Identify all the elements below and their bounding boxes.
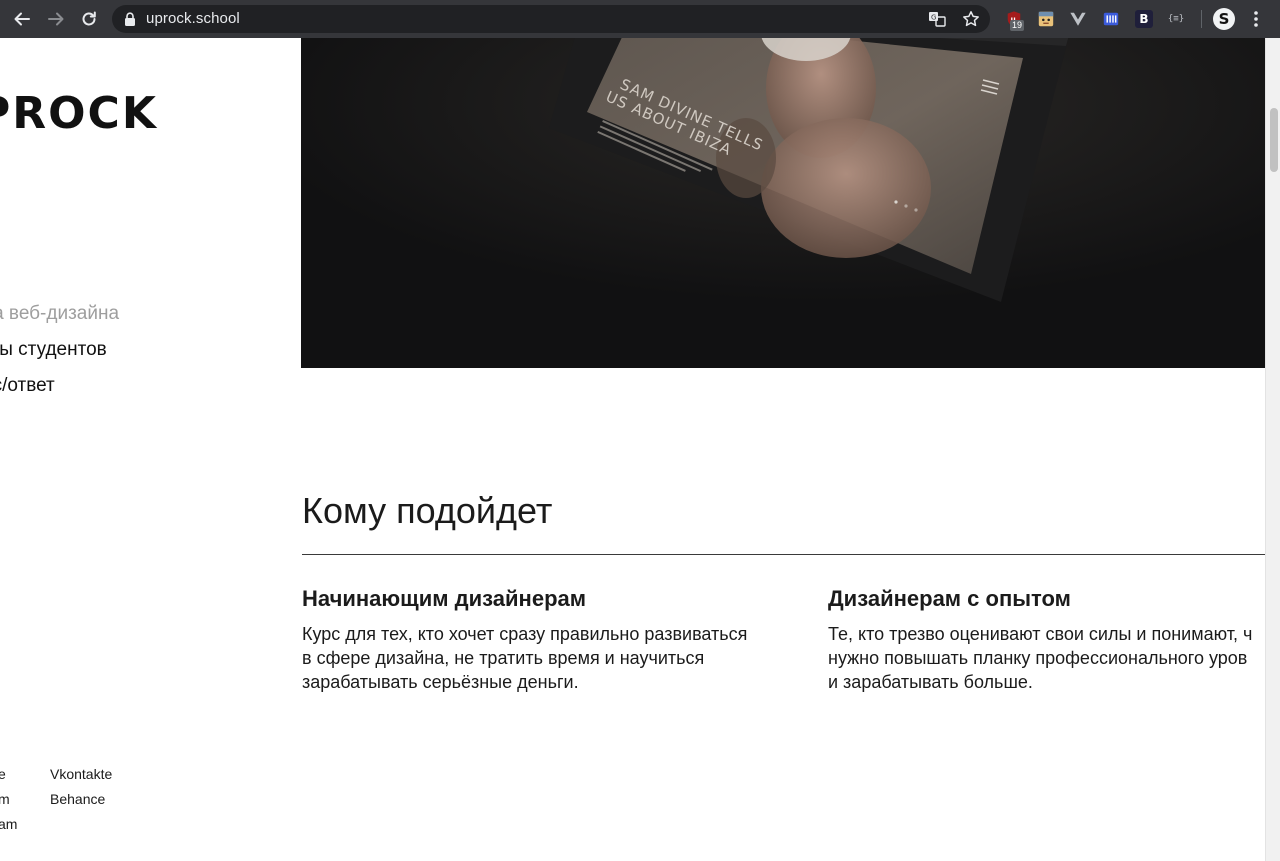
scrollbar-thumb[interactable] [1270,108,1278,172]
social-link[interactable]: e [0,762,17,787]
b-extension-button[interactable]: B [1134,9,1154,29]
card-title: Дизайнерам с опытом [828,586,1071,611]
json-extension-button[interactable]: {≡} [1166,9,1186,29]
page-viewport: PROCK ла веб-дизайна кты студентов ос/от… [0,38,1265,861]
arrow-left-icon [14,12,30,26]
site-logo[interactable]: PROCK [0,88,158,139]
tablet-mockup: SAM DIVINE TELLS US ABOUT IBIZA [301,38,1265,368]
extension-badge: 19 [1010,20,1025,31]
reload-button[interactable] [77,7,101,31]
section-title: Кому подойдет [302,490,553,531]
hero-image: SAM DIVINE TELLS US ABOUT IBIZA [301,38,1265,368]
social-links-col1: e m am [0,762,17,837]
vue-extension-button[interactable] [1068,9,1088,29]
columns-icon [1103,12,1119,26]
card-text-line: и зарабатывать больше. [828,672,1033,692]
grid-extension-button[interactable] [1101,9,1121,29]
browser-toolbar: uprock.school G u 19 B {≡} S [0,0,1280,38]
bootstrap-b-icon: B [1135,10,1153,28]
address-bar[interactable]: uprock.school G [112,5,990,33]
audience-card-beginners: Начинающим дизайнерам Курс для тех, кто … [302,586,747,694]
forward-button[interactable] [44,7,68,31]
social-links-col2: Vkontakte Behance [50,762,112,812]
social-link[interactable]: am [0,812,17,837]
vue-icon [1070,12,1086,26]
social-link[interactable]: m [0,787,17,812]
arrow-right-icon [48,12,64,26]
toolbar-divider [1201,10,1202,28]
cartoon-face-icon [1038,11,1054,27]
star-icon[interactable] [962,10,980,28]
card-text-line: Те, кто трезво оценивают свои силы и пон… [828,624,1253,644]
nav-item-faq[interactable]: ос/ответ [0,368,119,404]
reload-icon [82,11,96,26]
section-divider [302,554,1265,555]
nav-item-student-projects[interactable]: кты студентов [0,332,119,368]
nav-item-school[interactable]: ла веб-дизайна [0,296,119,332]
braces-icon: {≡} [1167,14,1185,24]
profile-initial: S [1218,10,1230,28]
card-text-line: в сфере дизайна, не тратить время и науч… [302,648,705,668]
kebab-menu-icon[interactable] [1248,9,1264,29]
url-text: uprock.school [146,10,240,27]
card-text-line: зарабатывать серьёзные деньги. [302,672,579,692]
translate-icon[interactable]: G [928,10,946,28]
back-button[interactable] [10,7,34,31]
audience-card-experienced: Дизайнерам с опытом Те, кто трезво оцени… [828,586,1252,694]
social-link-behance[interactable]: Behance [50,787,112,812]
page-scrollbar[interactable] [1265,38,1280,861]
lock-icon [125,12,135,26]
card-title: Начинающим дизайнерам [302,586,587,611]
card-text-line: Курс для тех, кто хочет сразу правильно … [302,624,748,644]
card-text-line: нужно повышать планку профессионального … [828,648,1248,668]
social-link-vkontakte[interactable]: Vkontakte [50,762,112,787]
sidebar-nav: ла веб-дизайна кты студентов ос/ответ [0,296,119,404]
svg-text:G: G [931,14,936,22]
profile-avatar[interactable]: S [1213,8,1235,30]
face-extension-button[interactable] [1036,9,1056,29]
